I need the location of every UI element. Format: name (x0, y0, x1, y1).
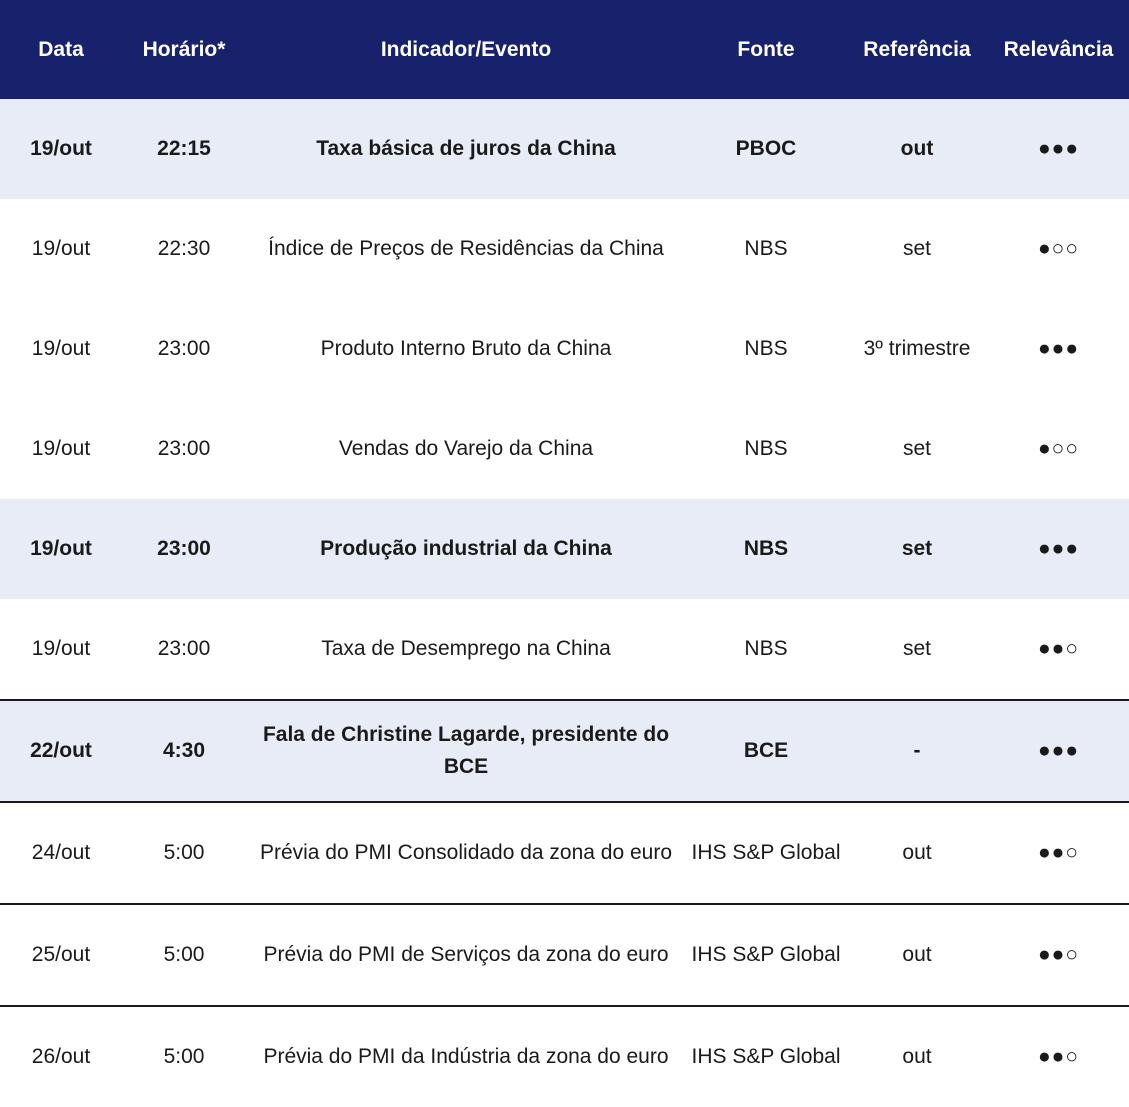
cell-event: Fala de Christine Lagarde, presidente do… (246, 700, 686, 803)
header-source: Fonte (686, 0, 846, 99)
header-row: Data Horário* Indicador/Evento Fonte Ref… (0, 0, 1129, 99)
cell-source: PBOC (686, 99, 846, 199)
cell-source: NBS (744, 337, 788, 360)
cell-time: 23:00 (122, 599, 246, 701)
cell-relevance: ●●○ (988, 904, 1129, 1007)
cell-date: 24/out (0, 802, 122, 905)
header-reference: Referência (846, 0, 988, 99)
cell-reference: out (846, 99, 988, 199)
header-date: Data (0, 0, 122, 99)
table-row: 19/out 22:15 Taxa básica de juros da Chi… (0, 99, 1129, 199)
cell-reference: - (846, 700, 988, 803)
cell-date: 25/out (0, 904, 122, 1007)
cell-source: NBS (686, 499, 846, 599)
cell-relevance: ●●○ (988, 802, 1129, 905)
cell-time: 4:30 (122, 700, 246, 803)
cell-date: 19/out (31, 437, 91, 460)
cell-source: IHS S&P Global (686, 802, 846, 905)
cell-reference: out (846, 802, 988, 905)
cell-relevance: ●○○ (1037, 237, 1080, 260)
cell-reference: set (902, 437, 931, 460)
cell-event: Produto Interno Bruto da China (320, 337, 612, 360)
economic-calendar-table: Data Horário* Indicador/Evento Fonte Ref… (0, 0, 1129, 1107)
cell-reference: 3º trimestre (863, 337, 971, 360)
table-row: 25/out 5:00 Prévia do PMI de Serviços da… (0, 904, 1129, 1007)
cell-relevance: ●●○ (988, 599, 1129, 701)
table-row: 19/out 23:00 Produção industrial da Chin… (0, 499, 1129, 599)
cell-date: 19/out (31, 337, 91, 360)
cell-relevance: ●●● (988, 499, 1129, 599)
cell-source: IHS S&P Global (686, 904, 846, 1007)
cell-reference: out (846, 904, 988, 1007)
table-row: 26/out 5:00 Prévia do PMI da Indústria d… (0, 1006, 1129, 1107)
cell-relevance: ●○○ (1037, 437, 1080, 460)
header-relevance: Relevância (988, 0, 1129, 99)
cell-date: 26/out (31, 1045, 91, 1068)
table-row: 24/out 5:00 Prévia do PMI Consolidado da… (0, 802, 1129, 905)
cell-source: BCE (686, 700, 846, 803)
cell-date: 19/out (0, 599, 122, 701)
cell-time: 5:00 (122, 802, 246, 905)
cell-reference: set (846, 499, 988, 599)
cell-time: 5:00 (163, 1045, 205, 1068)
cell-time: 23:00 (157, 337, 211, 360)
cell-date: 19/out (0, 99, 122, 199)
cell-date: 19/out (31, 237, 91, 260)
cell-event: Prévia do PMI de Serviços da zona do eur… (246, 904, 686, 1007)
cell-event: Prévia do PMI Consolidado da zona do eur… (246, 802, 686, 905)
cell-date: 19/out (0, 499, 122, 599)
cell-relevance: ●●○ (1037, 1045, 1080, 1068)
cell-time: 5:00 (122, 904, 246, 1007)
cell-source: NBS (686, 599, 846, 701)
cell-date: 22/out (0, 700, 122, 803)
cell-time: 23:00 (157, 437, 211, 460)
cell-relevance: ●●● (988, 99, 1129, 199)
cell-reference: out (902, 1045, 932, 1068)
cell-reference: set (902, 237, 931, 260)
cell-time: 23:00 (122, 499, 246, 599)
cell-source: NBS (744, 237, 788, 260)
cell-source: NBS (744, 437, 788, 460)
table-row: 19/out 23:00 Produto Interno Bruto da Ch… (0, 299, 1129, 399)
table-row: 19/out 23:00 Vendas do Varejo da China N… (0, 399, 1129, 499)
table-row: 19/out 22:30 Índice de Preços de Residên… (0, 199, 1129, 299)
header-time: Horário* (122, 0, 246, 99)
cell-event: Produção industrial da China (246, 499, 686, 599)
cell-event: Taxa de Desemprego na China (246, 599, 686, 701)
cell-reference: set (846, 599, 988, 701)
header-event: Indicador/Evento (246, 0, 686, 99)
cell-event: Prévia do PMI da Indústria da zona do eu… (263, 1045, 669, 1068)
cell-event: Vendas do Varejo da China (338, 437, 594, 460)
cell-relevance: ●●● (988, 700, 1129, 803)
cell-time: 22:30 (157, 237, 211, 260)
cell-source: IHS S&P Global (691, 1045, 841, 1068)
cell-event: Índice de Preços de Residências da China (268, 237, 664, 260)
cell-time: 22:15 (122, 99, 246, 199)
cell-relevance: ●●● (1037, 337, 1080, 360)
table-row: 19/out 23:00 Taxa de Desemprego na China… (0, 599, 1129, 701)
cell-event: Taxa básica de juros da China (246, 99, 686, 199)
table-row: 22/out 4:30 Fala de Christine Lagarde, p… (0, 700, 1129, 803)
